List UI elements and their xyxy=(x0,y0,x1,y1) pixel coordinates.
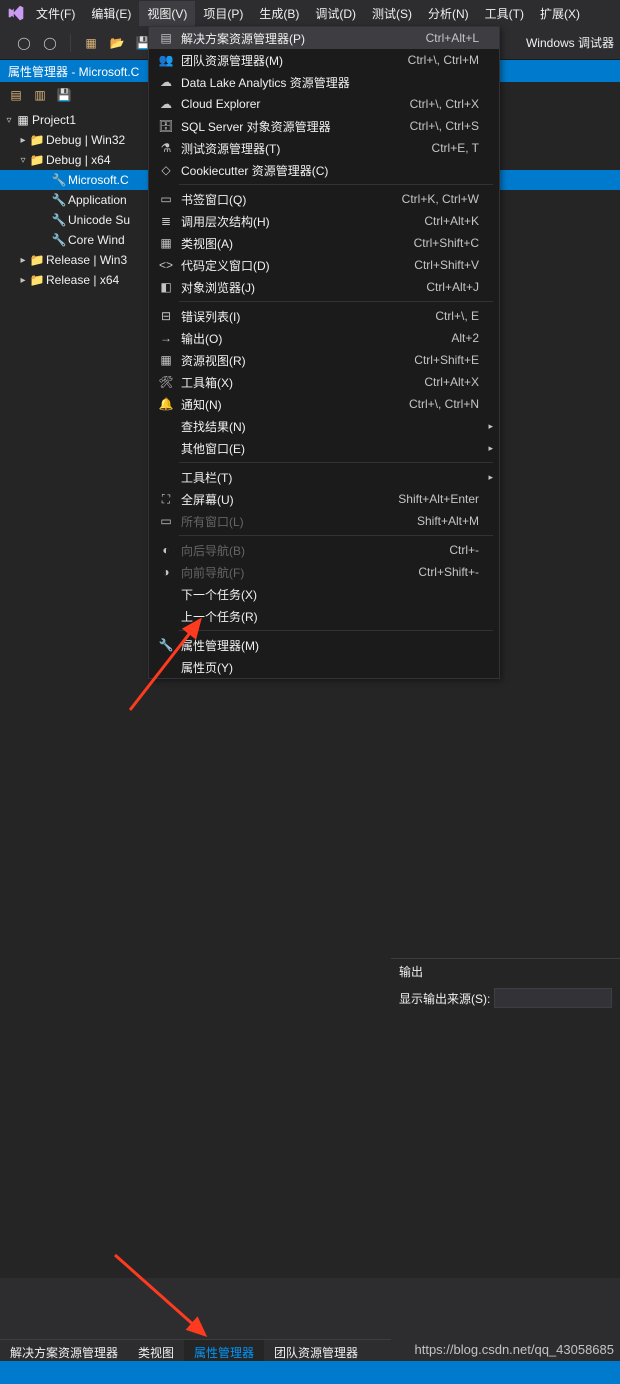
new-project-icon[interactable]: ▦ xyxy=(79,31,103,55)
view-menu-dropdown: ▤解决方案资源管理器(P)Ctrl+Alt+L👥团队资源管理器(M)Ctrl+\… xyxy=(148,26,500,679)
output-source-select[interactable] xyxy=(494,988,612,1008)
output-panel: 输出 显示输出来源(S): xyxy=(391,958,620,1012)
panel-tabs: 解决方案资源管理器类视图属性管理器团队资源管理器 xyxy=(0,1339,391,1361)
obj-icon: ◧ xyxy=(155,280,177,294)
cookie-icon: ◇ xyxy=(155,163,177,177)
menu-item[interactable]: 属性页(Y) xyxy=(149,656,499,678)
menu-item[interactable]: 上一个任务(R) xyxy=(149,605,499,627)
menu-item: ◐向后导航(B)Ctrl+- xyxy=(149,539,499,561)
folder-icon: 📁 xyxy=(28,273,46,287)
book-icon: ▭ xyxy=(155,192,177,206)
menu-item[interactable]: 🛠工具箱(X)Ctrl+Alt+X xyxy=(149,371,499,393)
flask-icon: ⚗ xyxy=(155,141,177,155)
output-icon: → xyxy=(155,331,177,345)
nav-back-icon[interactable]: ◯ xyxy=(12,31,36,55)
project-icon: ▦ xyxy=(14,113,32,127)
menu-item-4[interactable]: 生成(B) xyxy=(251,1,307,26)
folder-icon: 📁 xyxy=(28,133,46,147)
folder-icon: 📁 xyxy=(28,153,46,167)
menu-bar: 文件(F)编辑(E)视图(V)项目(P)生成(B)调试(D)测试(S)分析(N)… xyxy=(0,0,620,26)
panel-tab[interactable]: 解决方案资源管理器 xyxy=(0,1340,128,1361)
wrench-icon: 🔧 xyxy=(50,193,68,207)
menu-item-2[interactable]: 视图(V) xyxy=(139,1,195,26)
save-sheet-icon[interactable]: 💾 xyxy=(54,85,74,105)
debugger-label[interactable]: Windows 调试器 xyxy=(526,34,620,51)
folder-icon: 📁 xyxy=(28,253,46,267)
menu-item-1[interactable]: 编辑(E) xyxy=(83,1,139,26)
db-icon: 🗄 xyxy=(155,119,177,133)
menu-item: ▭所有窗口(L)Shift+Alt+M xyxy=(149,510,499,532)
menu-item-5[interactable]: 调试(D) xyxy=(307,1,364,26)
cloud-icon: ☁ xyxy=(155,75,177,89)
menu-item[interactable]: ≣调用层次结构(H)Ctrl+Alt+K xyxy=(149,210,499,232)
menu-item[interactable]: ▤解决方案资源管理器(P)Ctrl+Alt+L xyxy=(149,27,499,49)
error-icon: ⊟ xyxy=(155,309,177,323)
watermark: https://blog.csdn.net/qq_43058685 xyxy=(415,1342,615,1357)
menu-item[interactable]: ▭书签窗口(Q)Ctrl+K, Ctrl+W xyxy=(149,188,499,210)
menu-item-0[interactable]: 文件(F) xyxy=(28,1,83,26)
panel-tab[interactable]: 类视图 xyxy=(128,1340,184,1361)
menu-item-9[interactable]: 扩展(X) xyxy=(532,1,588,26)
menu-item-7[interactable]: 分析(N) xyxy=(420,1,477,26)
menu-item[interactable]: ▦资源视图(R)Ctrl+Shift+E xyxy=(149,349,499,371)
menu-item[interactable]: 👥团队资源管理器(M)Ctrl+\, Ctrl+M xyxy=(149,49,499,71)
menu-item[interactable]: ⊟错误列表(I)Ctrl+\, E xyxy=(149,305,499,327)
menu-item[interactable]: 下一个任务(X) xyxy=(149,583,499,605)
menu-item: ◑向前导航(F)Ctrl+Shift+- xyxy=(149,561,499,583)
menu-item[interactable]: 🔧属性管理器(M) xyxy=(149,634,499,656)
menu-item[interactable]: 查找结果(N)▸ xyxy=(149,415,499,437)
menu-item[interactable]: ◧对象浏览器(J)Ctrl+Alt+J xyxy=(149,276,499,298)
status-bar xyxy=(0,1361,620,1384)
wrench-icon: 🔧 xyxy=(50,233,68,247)
menu-item[interactable]: →输出(O)Alt+2 xyxy=(149,327,499,349)
wrench-icon: 🔧 xyxy=(50,173,68,187)
team-icon: 👥 xyxy=(155,53,177,67)
nav-fwd-icon[interactable]: ◯ xyxy=(38,31,62,55)
open-icon[interactable]: 📂 xyxy=(105,31,129,55)
output-source-label: 显示输出来源(S): xyxy=(399,990,490,1007)
menu-item-6[interactable]: 测试(S) xyxy=(364,1,420,26)
panel-tab[interactable]: 团队资源管理器 xyxy=(264,1340,368,1361)
class-icon: ▦ xyxy=(155,236,177,250)
list-icon: ▤ xyxy=(155,31,177,45)
output-title: 输出 xyxy=(391,959,620,984)
menu-item[interactable]: ☁Data Lake Analytics 资源管理器 xyxy=(149,71,499,93)
bell-icon: 🔔 xyxy=(155,397,177,411)
menu-item[interactable]: ◇Cookiecutter 资源管理器(C) xyxy=(149,159,499,181)
code-icon: <> xyxy=(155,258,177,272)
fwd-icon: ◑ xyxy=(155,565,177,579)
layers-icon: ≣ xyxy=(155,214,177,228)
menu-item[interactable]: 🔔通知(N)Ctrl+\, Ctrl+N xyxy=(149,393,499,415)
tool-icon: 🛠 xyxy=(155,375,177,389)
wrench-icon: 🔧 xyxy=(155,638,177,652)
menu-item[interactable]: 工具栏(T)▸ xyxy=(149,466,499,488)
menu-item-8[interactable]: 工具(T) xyxy=(477,1,532,26)
panel-tab[interactable]: 属性管理器 xyxy=(184,1340,264,1361)
menu-item[interactable]: 🗄SQL Server 对象资源管理器Ctrl+\, Ctrl+S xyxy=(149,115,499,137)
menu-item[interactable]: 其他窗口(E)▸ xyxy=(149,437,499,459)
menu-item[interactable]: <>代码定义窗口(D)Ctrl+Shift+V xyxy=(149,254,499,276)
res-icon: ▦ xyxy=(155,353,177,367)
vs-logo-icon xyxy=(4,1,28,25)
add-sheet-icon[interactable]: ▤ xyxy=(6,85,26,105)
menu-item[interactable]: ▦类视图(A)Ctrl+Shift+C xyxy=(149,232,499,254)
wrench-icon: 🔧 xyxy=(50,213,68,227)
add-existing-icon[interactable]: ▥ xyxy=(30,85,50,105)
menu-item[interactable]: ⛶全屏幕(U)Shift+Alt+Enter xyxy=(149,488,499,510)
menu-item[interactable]: ⚗测试资源管理器(T)Ctrl+E, T xyxy=(149,137,499,159)
back-icon: ◐ xyxy=(155,543,177,557)
menu-item[interactable]: ☁Cloud ExplorerCtrl+\, Ctrl+X xyxy=(149,93,499,115)
win-icon: ▭ xyxy=(155,514,177,528)
full-icon: ⛶ xyxy=(155,492,177,507)
menu-item-3[interactable]: 项目(P) xyxy=(195,1,251,26)
cloud-icon: ☁ xyxy=(155,97,177,111)
